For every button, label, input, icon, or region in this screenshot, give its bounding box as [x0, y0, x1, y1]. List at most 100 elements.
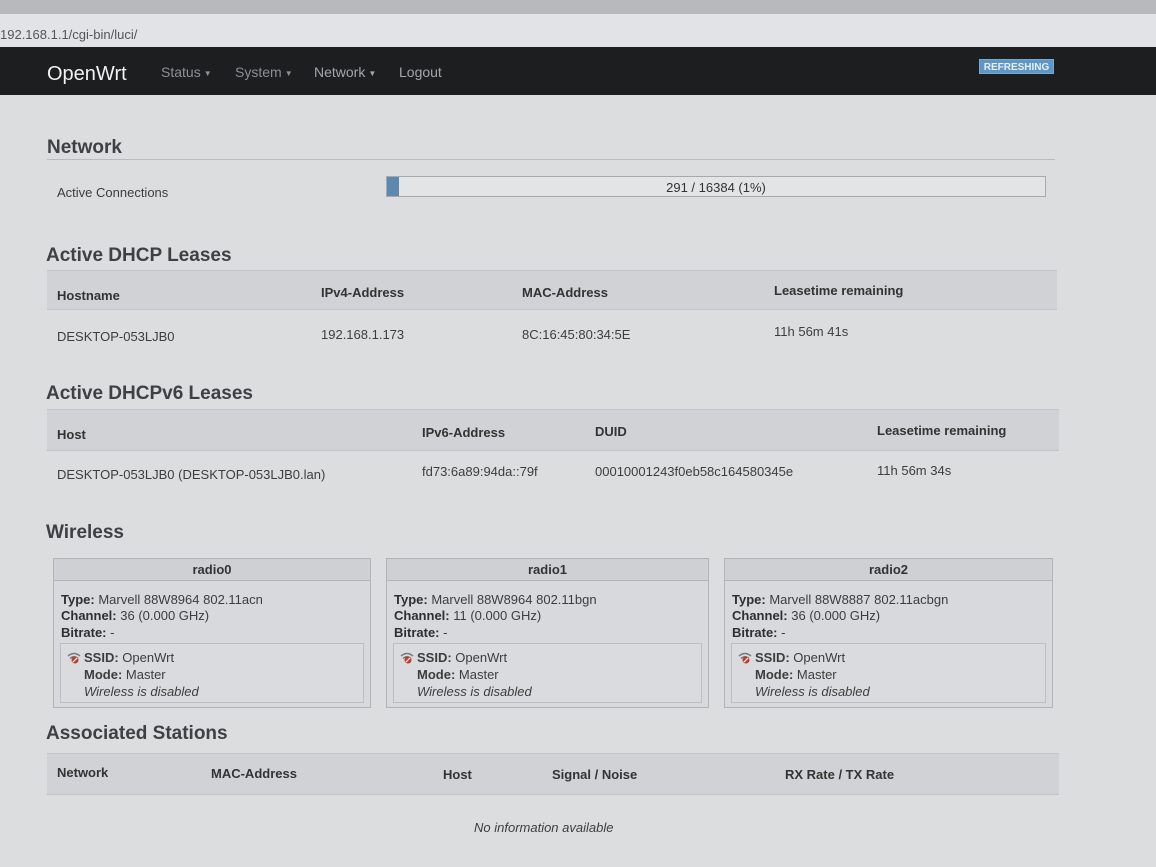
type-label: Type:	[61, 592, 95, 607]
stations-empty-message: No information available	[474, 820, 614, 835]
chevron-down-icon: ▼	[284, 68, 293, 78]
radio-channel: Channel: 11 (0.000 GHz)	[394, 608, 541, 623]
mode-value: Master	[796, 667, 837, 682]
menu-status[interactable]: Status ▼	[161, 64, 212, 80]
mode-label: Mode:	[755, 667, 794, 682]
radio-channel-value: 11 (0.000 GHz)	[453, 608, 542, 623]
wireless-status: Wireless is disabled	[755, 684, 870, 699]
radio-channel-value: 36 (0.000 GHz)	[791, 608, 881, 623]
menu-network-label: Network	[314, 64, 366, 80]
dhcp-col-leasetime: Leasetime remaining	[774, 283, 904, 298]
ssid-label: SSID:	[84, 650, 119, 665]
radio-bitrate: Bitrate: -	[732, 625, 785, 640]
mode-line: Mode: Master	[417, 667, 499, 682]
ssid-line: SSID: OpenWrt	[417, 650, 507, 665]
associated-stations-title: Associated Stations	[46, 723, 228, 744]
channel-label: Channel:	[732, 608, 788, 623]
ssid-value: OpenWrt	[122, 650, 175, 665]
active-connections-value: 291 / 16384 (1%)	[666, 180, 766, 195]
radio-panel: radio0 Type: Marvell 88W8964 802.11acn C…	[53, 558, 371, 708]
chevron-down-icon: ▼	[368, 68, 377, 78]
dhcp-row-mac: 8C:16:45:80:34:5E	[522, 327, 631, 342]
dhcp-row-ipv4: 192.168.1.173	[321, 327, 405, 342]
channel-label: Channel:	[61, 608, 117, 623]
mode-value: Master	[125, 667, 166, 682]
mode-line: Mode: Master	[84, 667, 166, 682]
radio-type: Type: Marvell 88W8964 802.11bgn	[394, 592, 597, 607]
radio-type-value: Marvell 88W8887 802.11acbgn	[769, 592, 949, 607]
ssid-panel[interactable]: SSID: OpenWrt Mode: Master Wireless is d…	[60, 643, 364, 703]
stations-col-host: Host	[443, 767, 472, 782]
dhcp-col-hostname: Hostname	[57, 288, 120, 303]
dhcp-row-leasetime: 11h 56m 41s	[774, 324, 849, 339]
chevron-down-icon: ▼	[203, 68, 212, 78]
radio-channel: Channel: 36 (0.000 GHz)	[732, 608, 880, 623]
wireless-status: Wireless is disabled	[417, 684, 532, 699]
mode-label: Mode:	[84, 667, 123, 682]
radio-name: radio2	[725, 559, 1052, 581]
menu-system[interactable]: System ▼	[235, 64, 293, 80]
menu-status-label: Status	[161, 64, 201, 80]
radio-panel: radio2 Type: Marvell 88W8887 802.11acbgn…	[724, 558, 1053, 708]
dhcpv6-leases-title: Active DHCPv6 Leases	[46, 383, 253, 404]
ssid-line: SSID: OpenWrt	[755, 650, 845, 665]
menu-system-label: System	[235, 64, 282, 80]
ssid-panel[interactable]: SSID: OpenWrt Mode: Master Wireless is d…	[731, 643, 1046, 703]
ssid-label: SSID:	[417, 650, 452, 665]
type-label: Type:	[732, 592, 766, 607]
ssid-line: SSID: OpenWrt	[84, 650, 174, 665]
radio-panel: radio1 Type: Marvell 88W8964 802.11bgn C…	[386, 558, 709, 708]
dhcpv6-col-leasetime: Leasetime remaining	[877, 423, 1007, 438]
radio-bitrate-value: -	[443, 625, 448, 640]
network-title: Network	[47, 137, 122, 158]
active-connections-label: Active Connections	[57, 185, 169, 200]
channel-label: Channel:	[394, 608, 450, 623]
radio-type-value: Marvell 88W8964 802.11bgn	[431, 592, 597, 607]
mode-label: Mode:	[417, 667, 456, 682]
dhcpv6-col-ipv6: IPv6-Address	[422, 425, 506, 440]
dhcpv6-col-duid: DUID	[595, 424, 627, 439]
stations-col-rate: RX Rate / TX Rate	[785, 767, 895, 782]
dhcpv6-row-host: DESKTOP-053LJB0 (DESKTOP-053LJB0.lan)	[57, 467, 326, 482]
stations-col-signal: Signal / Noise	[552, 767, 638, 782]
wireless-status-text: Wireless is disabled	[84, 684, 199, 699]
ssid-label: SSID:	[755, 650, 790, 665]
radio-name: radio0	[54, 559, 370, 581]
ssid-value: OpenWrt	[793, 650, 846, 665]
dhcp-leases-title: Active DHCP Leases	[46, 245, 232, 266]
dhcp-col-ipv4: IPv4-Address	[321, 285, 405, 300]
wireless-title: Wireless	[46, 522, 124, 543]
url-text[interactable]: 192.168.1.1/cgi-bin/luci/	[0, 27, 137, 42]
section-divider	[47, 159, 1055, 160]
active-connections-progress: 291 / 16384 (1%)	[386, 176, 1046, 197]
radio-channel-value: 36 (0.000 GHz)	[120, 608, 210, 623]
mode-line: Mode: Master	[755, 667, 837, 682]
browser-tab-strip	[0, 0, 1156, 14]
radio-type: Type: Marvell 88W8964 802.11acn	[61, 592, 263, 607]
menu-network[interactable]: Network ▼	[314, 64, 376, 80]
wifi-disabled-icon	[738, 652, 752, 664]
main-content: Network Active Connections 291 / 16384 (…	[0, 95, 1156, 867]
radio-bitrate-value: -	[781, 625, 786, 640]
radio-name: radio1	[387, 559, 708, 581]
dhcp-row-hostname: DESKTOP-053LJB0	[57, 329, 175, 344]
dhcpv6-row-leasetime: 11h 56m 34s	[877, 463, 952, 478]
menu-logout[interactable]: Logout	[399, 64, 442, 80]
radio-type: Type: Marvell 88W8887 802.11acbgn	[732, 592, 948, 607]
brand-logo[interactable]: OpenWrt	[47, 63, 127, 86]
wifi-disabled-icon	[400, 652, 414, 664]
mode-value: Master	[458, 667, 499, 682]
address-bar[interactable]: 192.168.1.1/cgi-bin/luci/	[0, 14, 1156, 47]
ssid-panel[interactable]: SSID: OpenWrt Mode: Master Wireless is d…	[393, 643, 702, 703]
wireless-status: Wireless is disabled	[84, 684, 199, 699]
stations-col-network: Network	[57, 765, 109, 780]
radio-bitrate: Bitrate: -	[394, 625, 447, 640]
bitrate-label: Bitrate:	[61, 625, 107, 640]
dhcpv6-col-host: Host	[57, 427, 86, 442]
bitrate-label: Bitrate:	[732, 625, 778, 640]
wifi-disabled-icon	[67, 652, 81, 664]
refreshing-button[interactable]: REFRESHING	[979, 59, 1054, 74]
ssid-value: OpenWrt	[455, 650, 508, 665]
top-navbar: OpenWrt Status ▼ System ▼ Network ▼ Logout …	[0, 47, 1156, 95]
wireless-status-text: Wireless is disabled	[755, 684, 870, 699]
